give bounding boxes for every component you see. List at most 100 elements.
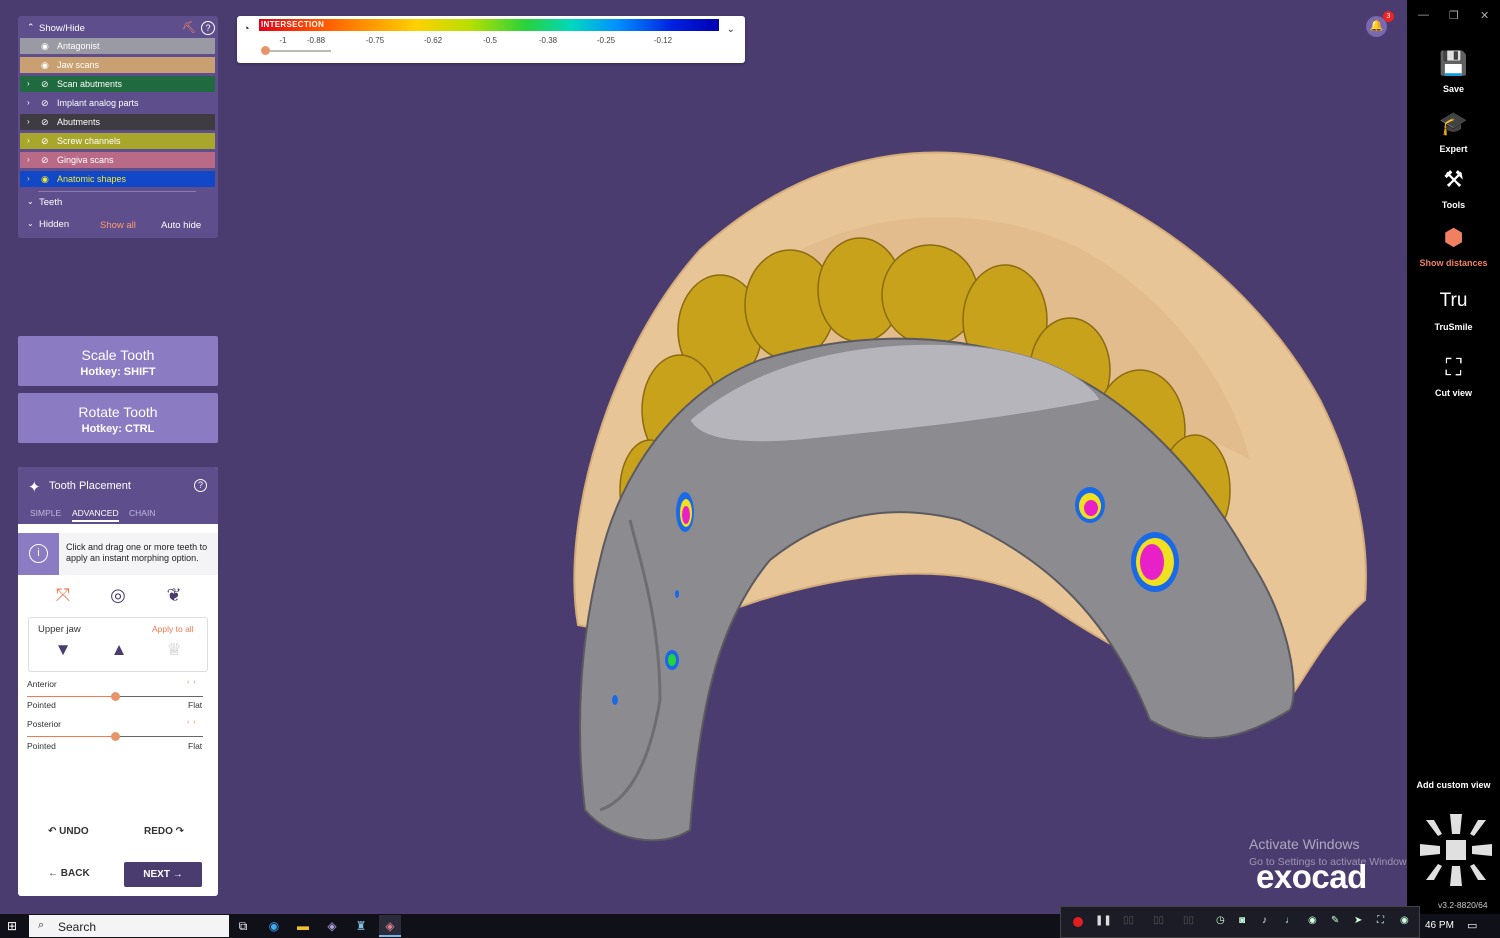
chevron-down-icon[interactable]: ⌄ — [27, 219, 34, 228]
speaker-icon[interactable]: ♪ — [1262, 915, 1267, 926]
anterior-slider-label: Anterior — [27, 679, 57, 689]
tooth-crown-icon[interactable]: ♕ — [160, 640, 188, 666]
scale-tooth-hotkey: Hotkey: SHIFT — [80, 366, 156, 378]
show-hide-item[interactable]: › ⊘ Scan abutments — [20, 76, 215, 92]
task-view-icon[interactable]: ⧉ — [235, 918, 251, 934]
view-adjust-icon[interactable]: ◎ — [103, 585, 133, 611]
eye-off-icon[interactable]: ⊘ — [41, 79, 49, 90]
clock-icon[interactable]: ◷ — [1216, 915, 1225, 926]
undo-button[interactable]: ↶ UNDO — [48, 826, 89, 837]
scale-tick-label: -1 — [279, 36, 287, 45]
chevron-right-icon[interactable]: › — [27, 155, 30, 164]
tab-advanced[interactable]: ADVANCED — [72, 508, 119, 522]
chevron-up-icon[interactable]: ⌃ — [27, 22, 35, 33]
show-all-link[interactable]: Show all — [100, 220, 136, 231]
tab-chain[interactable]: CHAIN — [129, 508, 155, 518]
show-hide-header[interactable]: ⌃ Show/Hide ⛏ ? — [18, 20, 218, 36]
file-explorer-icon[interactable]: ▬ — [295, 918, 311, 934]
dental-app-icon[interactable]: ♜ — [353, 918, 369, 934]
eye-icon[interactable]: ◉ — [41, 60, 49, 71]
chevron-right-icon[interactable]: › — [27, 174, 30, 183]
exocad-app-icon[interactable]: ◈ — [324, 918, 340, 934]
eye-icon[interactable]: ◉ — [41, 174, 49, 185]
scale-tick-label: -0.12 — [653, 36, 673, 45]
scale-slider-knob[interactable] — [261, 46, 270, 55]
save-icon: 💾 — [1439, 50, 1468, 76]
chevron-right-icon[interactable]: › — [27, 117, 30, 126]
apply-to-all-link[interactable]: Apply to all — [152, 624, 194, 634]
posterior-step-arrows[interactable]: ‹› — [187, 719, 200, 726]
chevron-right-icon[interactable]: › — [27, 79, 30, 88]
show-hide-item-label: Scan abutments — [57, 79, 123, 89]
minimize-icon[interactable]: — — [1418, 9, 1429, 21]
toolbox-icon[interactable]: ⛏ — [182, 21, 196, 35]
next-button[interactable]: NEXT → — [124, 862, 202, 887]
record-icon[interactable] — [1073, 917, 1083, 927]
show-distances-icon: ⬢ — [1443, 224, 1464, 250]
rotate-tooth-button[interactable]: Rotate Tooth Hotkey: CTRL — [18, 393, 218, 443]
close-icon[interactable]: ✕ — [1480, 9, 1489, 22]
show-distances-button[interactable]: ⬢ Show distances — [1407, 222, 1500, 268]
restore-icon[interactable]: ❐ — [1449, 9, 1459, 22]
expert-button[interactable]: 🎓 Expert — [1407, 108, 1500, 154]
move-teeth-icon[interactable]: ⤧ — [48, 585, 78, 611]
show-hide-item[interactable]: › ⊘ Gingiva scans — [20, 152, 215, 168]
timer-hours: ▯▯ — [1123, 915, 1135, 926]
show-hide-item[interactable]: › ⊘ Implant analog parts — [20, 95, 215, 111]
microphone-icon[interactable]: ♩ — [1285, 915, 1295, 926]
add-custom-view-button[interactable]: Add custom view — [1407, 780, 1500, 790]
view-cube-icon[interactable] — [1418, 812, 1494, 888]
eye-off-icon[interactable]: ⊘ — [41, 155, 49, 166]
cursor-icon[interactable]: ➤ — [1354, 915, 1362, 926]
cut-view-button[interactable]: ⛶ Cut view — [1407, 352, 1500, 398]
auto-hide-link[interactable]: Auto hide — [161, 220, 201, 231]
scale-tooth-button[interactable]: Scale Tooth Hotkey: SHIFT — [18, 336, 218, 386]
windows-start-icon[interactable]: ⊞ — [7, 919, 17, 933]
tooth-up-icon[interactable]: ▲ — [105, 640, 133, 666]
webcam-icon[interactable]: ◙ — [1239, 915, 1245, 926]
show-hide-item[interactable]: › ◉ Anatomic shapes — [20, 171, 215, 187]
anterior-slider-fill — [27, 696, 115, 697]
pause-icon[interactable]: ❚❚ — [1095, 915, 1112, 926]
scale-slider-track[interactable] — [263, 50, 331, 52]
show-hide-item[interactable]: › ⊘ Screw channels — [20, 133, 215, 149]
help-icon[interactable]: ? — [194, 479, 207, 492]
expert-label: Expert — [1439, 144, 1468, 154]
back-button[interactable]: ← BACK — [48, 868, 90, 879]
tools-button[interactable]: ⚒ Tools — [1407, 164, 1500, 210]
distance-color-scale[interactable]: ◔ INTERSECTION -1 -0.88 -0.75 -0.62 -0.5… — [237, 16, 745, 63]
hidden-group[interactable]: ⌄ Hidden Show all Auto hide — [18, 215, 218, 233]
eye-off-icon[interactable]: ⊘ — [41, 117, 49, 128]
show-hide-item[interactable]: ◉ Jaw scans — [20, 57, 215, 73]
show-hide-item[interactable]: ◉ Antagonist — [20, 38, 215, 54]
show-hide-item[interactable]: › ⊘ Abutments — [20, 114, 215, 130]
save-button[interactable]: 💾 Save — [1407, 48, 1500, 94]
redo-button[interactable]: REDO ↷ — [144, 826, 184, 837]
chevron-right-icon[interactable]: › — [27, 136, 30, 145]
notification-count-badge: 3 — [1383, 11, 1394, 22]
help-icon[interactable]: ? — [201, 21, 215, 35]
trusmile-button[interactable]: Tru TruSmile — [1407, 286, 1500, 332]
chevron-right-icon[interactable]: › — [27, 98, 30, 107]
eye-off-icon[interactable]: ⊘ — [41, 136, 49, 147]
camera-icon[interactable]: ◉ — [1308, 915, 1317, 926]
teeth-group[interactable]: ⌄ Teeth — [18, 193, 218, 211]
fullscreen-icon[interactable]: ⛶ — [1377, 915, 1384, 926]
posterior-slider-knob[interactable] — [110, 732, 120, 741]
tab-simple[interactable]: SIMPLE — [30, 508, 61, 518]
anterior-step-arrows[interactable]: ‹› — [187, 679, 200, 686]
exocad-active-app-icon[interactable]: ◈ — [382, 918, 398, 934]
tooth-down-icon[interactable]: ▼ — [49, 640, 77, 666]
eye-icon[interactable]: ◉ — [1400, 915, 1409, 926]
chevron-down-icon[interactable]: ⌄ — [27, 197, 34, 206]
edge-icon[interactable]: ◉ — [266, 918, 282, 934]
taskbar-search[interactable]: ⌕ Search — [29, 915, 229, 937]
notification-center-icon[interactable]: ▭ — [1467, 919, 1477, 932]
pen-icon[interactable]: ✎ — [1331, 915, 1339, 926]
chevron-down-icon[interactable]: ⌄ — [727, 24, 735, 35]
eye-icon[interactable]: ◉ — [41, 41, 49, 52]
tooth-shape-icon[interactable]: ❦ — [159, 585, 189, 611]
show-hide-panel: ⌃ Show/Hide ⛏ ? ◉ Antagonist ◉ Jaw scans › ⊘ S… — [18, 16, 218, 238]
anterior-slider-knob[interactable] — [110, 692, 120, 701]
eye-off-icon[interactable]: ⊘ — [41, 98, 49, 109]
